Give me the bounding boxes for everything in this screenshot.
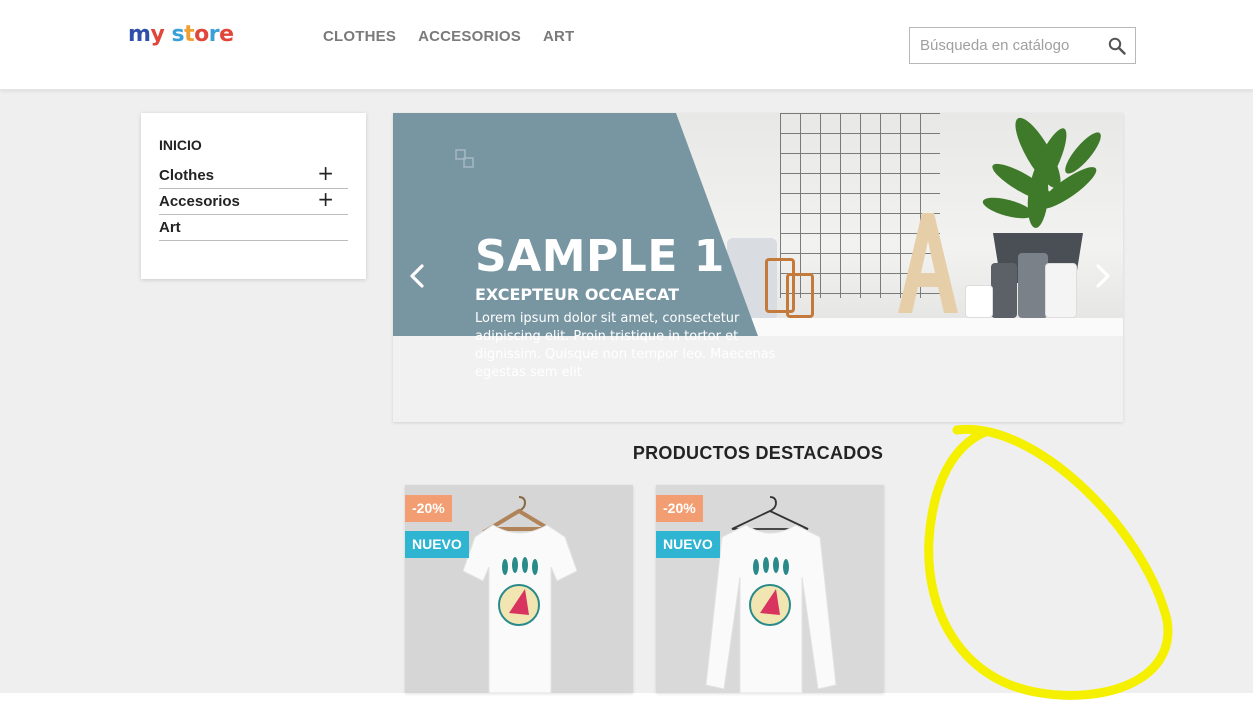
product-card[interactable]: -20% NUEVO xyxy=(656,485,884,693)
candle-decor xyxy=(1045,263,1077,318)
sidebar-item-label[interactable]: Art xyxy=(159,219,181,236)
slide-description: Lorem ipsum dolor sit amet, consectetur … xyxy=(475,311,776,380)
product-card[interactable]: -20% NUEVO xyxy=(405,485,633,693)
search-input[interactable] xyxy=(910,28,1100,63)
wooden-letter-decor xyxy=(898,213,958,313)
candle-decor xyxy=(1018,253,1048,318)
discount-badge: -20% xyxy=(405,495,452,522)
search-box xyxy=(909,27,1136,64)
store-logo[interactable]: my store xyxy=(128,22,234,47)
image-slider[interactable]: SAMPLE 1 EXCEPTEUR OCCAECAT Lorem ipsum … xyxy=(393,113,1123,422)
slide-subtitle: EXCEPTEUR OCCAECAT xyxy=(475,285,680,304)
slide-title: SAMPLE 1 xyxy=(475,231,725,282)
featured-products-title: PRODUCTOS DESTACADOS xyxy=(632,443,884,463)
nav-art[interactable]: ART xyxy=(543,28,574,45)
sidebar-item-clothes[interactable]: Clothes + xyxy=(159,163,348,189)
nav-clothes[interactable]: CLOTHES xyxy=(323,28,396,45)
discount-badge: -20% xyxy=(656,495,703,522)
sidebar-item-accesorios[interactable]: Accesorios + xyxy=(159,189,348,215)
page-bottom xyxy=(0,693,1253,706)
new-badge: NUEVO xyxy=(656,531,720,558)
plus-icon[interactable]: + xyxy=(317,189,334,209)
main-nav: CLOTHES ACCESORIOS ART xyxy=(323,28,596,45)
sidebar-item-art[interactable]: Art xyxy=(159,215,348,241)
search-icon[interactable] xyxy=(1108,37,1126,55)
sidebar-item-label[interactable]: Accesorios xyxy=(159,193,240,210)
candle-decor xyxy=(991,263,1017,318)
sidebar-title[interactable]: INICIO xyxy=(159,137,202,153)
squares-icon xyxy=(455,149,474,168)
lantern-decor xyxy=(786,273,814,318)
cactus-pot-decor xyxy=(965,285,993,318)
sidebar-item-label[interactable]: Clothes xyxy=(159,167,214,184)
plus-icon[interactable]: + xyxy=(317,163,334,183)
new-badge: NUEVO xyxy=(405,531,469,558)
site-header: my store CLOTHES ACCESORIOS ART xyxy=(0,0,1253,90)
category-sidebar: INICIO Clothes + Accesorios + Art xyxy=(141,113,366,279)
nav-accesorios[interactable]: ACCESORIOS xyxy=(418,28,521,45)
chevron-left-icon[interactable] xyxy=(406,263,428,289)
chevron-right-icon[interactable] xyxy=(1092,263,1114,289)
